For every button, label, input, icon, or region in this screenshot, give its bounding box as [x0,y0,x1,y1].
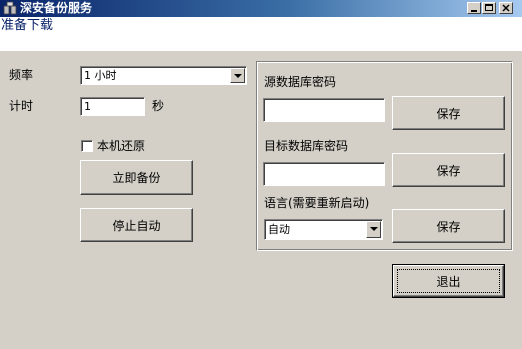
language-select[interactable]: 自动 [264,219,383,240]
save-language-label: 保存 [436,219,461,234]
close-button[interactable] [499,2,513,14]
minimize-icon [471,10,477,12]
save-target-label: 保存 [436,163,461,178]
frequency-label: 频率 [9,68,34,82]
frequency-dropdown-button[interactable] [230,68,245,83]
restore-local-label: 本机还原 [97,139,146,153]
stop-auto-button[interactable]: 停止自动 [80,208,193,242]
window-title: 深安备份服务 [20,1,93,15]
frequency-select[interactable]: 1 小时 [80,66,247,85]
minimize-button[interactable] [467,2,481,14]
title-bar[interactable]: 深安备份服务 [0,0,522,17]
backup-now-label: 立即备份 [112,171,161,185]
maximize-icon [485,4,493,11]
language-label: 语言(需要重新启动) [264,196,370,210]
maximize-button[interactable] [482,2,496,14]
timer-input[interactable] [80,97,145,116]
save-target-password-button[interactable]: 保存 [392,153,505,187]
frequency-value: 1 小时 [84,69,117,82]
target-password-label: 目标数据库密码 [264,139,349,153]
timer-unit-label: 秒 [152,99,165,113]
language-value: 自动 [268,223,290,236]
chevron-down-icon [234,74,242,78]
save-source-password-button[interactable]: 保存 [392,96,505,130]
target-password-input[interactable] [263,162,385,186]
source-password-input[interactable] [263,98,385,122]
timer-label: 计时 [9,99,34,113]
close-icon [502,4,510,12]
status-text: 准备下载 [1,18,54,33]
app-icon[interactable] [3,1,17,15]
backup-now-button[interactable]: 立即备份 [80,160,193,195]
stop-auto-label: 停止自动 [112,218,161,233]
focus-rectangle [397,269,500,293]
save-source-label: 保存 [436,106,461,121]
save-language-button[interactable]: 保存 [392,209,505,243]
chevron-down-icon [370,227,378,231]
status-panel: 准备下载 [0,17,522,51]
exit-button[interactable]: 退出 [392,264,505,298]
restore-local-checkbox[interactable] [81,140,93,152]
source-password-label: 源数据库密码 [264,75,337,89]
language-dropdown-button[interactable] [366,221,381,238]
